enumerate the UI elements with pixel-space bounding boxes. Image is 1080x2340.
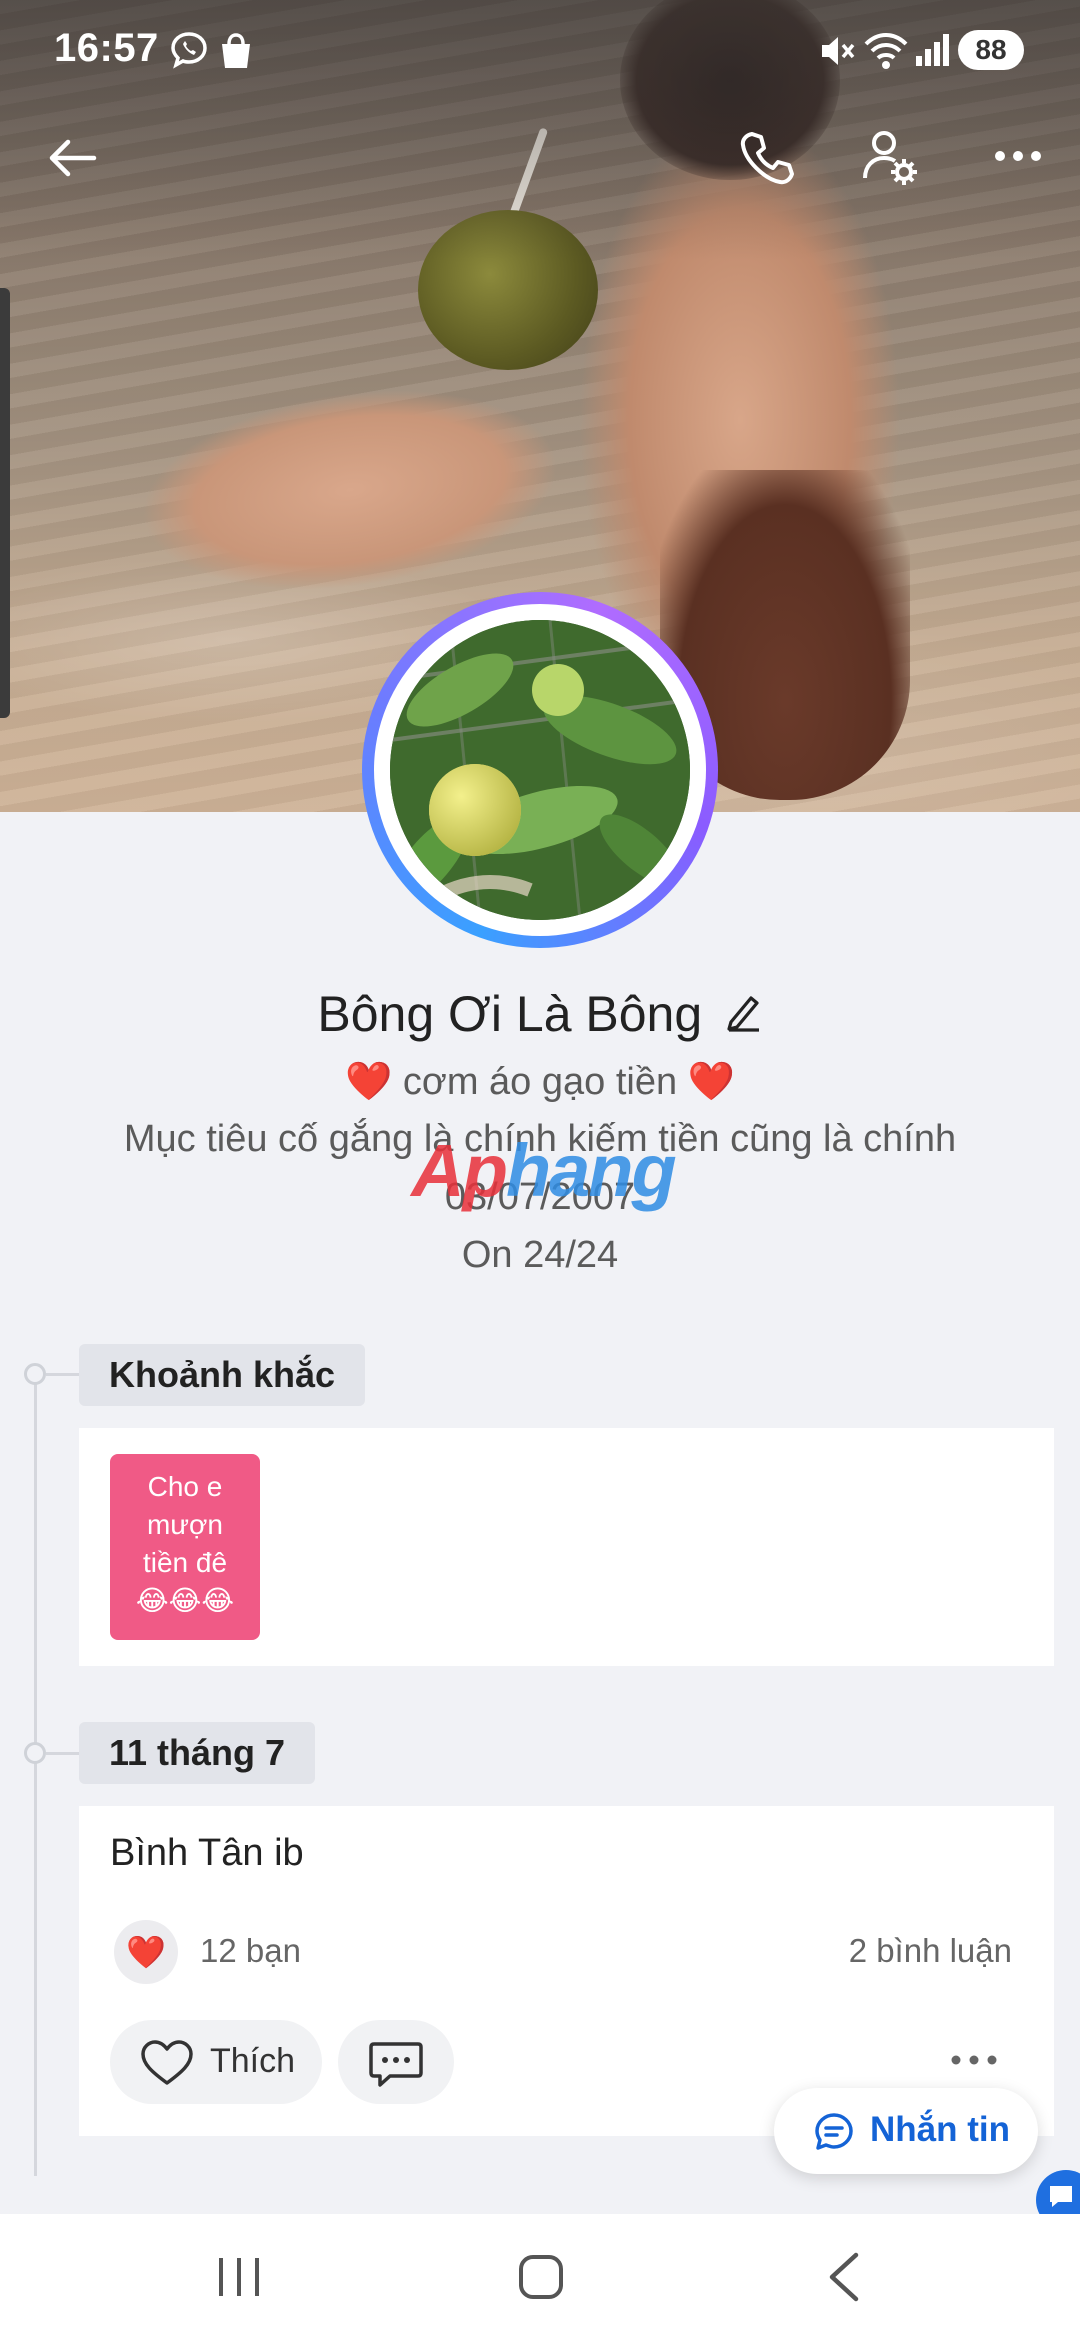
chat-bubble-icon bbox=[1050, 2186, 1072, 2207]
wifi-icon bbox=[864, 30, 908, 75]
profile-screen: 16:57 88 Bông Ơi Là Bông ❤️ cơm áo gạo t… bbox=[0, 0, 1080, 2340]
watermark-part2: hang bbox=[505, 1129, 677, 1212]
home-button[interactable] bbox=[518, 2254, 564, 2305]
moment-tile[interactable]: Cho e mượn tiền đê 😂😂😂 bbox=[110, 1454, 260, 1640]
heart-icon bbox=[141, 2040, 193, 2085]
more-options-button[interactable] bbox=[994, 144, 1042, 173]
post-more-button[interactable] bbox=[950, 2052, 998, 2073]
message-label: Nhắn tin bbox=[870, 2110, 1010, 2149]
user-settings-icon bbox=[863, 131, 917, 185]
system-back-icon bbox=[829, 2252, 859, 2302]
like-label: Thích bbox=[210, 2042, 296, 2080]
profile-name: Bông Ơi Là Bông bbox=[317, 986, 703, 1042]
timeline-dot bbox=[24, 1742, 46, 1764]
avatar[interactable] bbox=[390, 620, 690, 920]
reaction-heart-icon: ❤️ bbox=[126, 1934, 166, 1970]
call-button[interactable] bbox=[738, 128, 796, 191]
tagline-heart-left: ❤️ bbox=[345, 1061, 393, 1103]
recent-apps-button[interactable] bbox=[216, 2256, 262, 2303]
shopping-bag-icon bbox=[218, 32, 254, 75]
post-text: Bình Tân ib bbox=[110, 1832, 304, 1874]
reaction-count[interactable]: 12 bạn bbox=[200, 1932, 301, 1970]
comment-button[interactable] bbox=[338, 2020, 454, 2104]
tagline-heart-right: ❤️ bbox=[687, 1061, 735, 1103]
timeline-tick bbox=[46, 1752, 80, 1755]
message-button[interactable]: Nhắn tin bbox=[774, 2088, 1038, 2174]
viber-icon bbox=[168, 30, 210, 77]
moment-emoji: 😂😂😂 bbox=[135, 1585, 235, 1616]
timeline-tick bbox=[46, 1373, 80, 1376]
post-date-chip: 11 tháng 7 bbox=[79, 1722, 316, 1784]
tagline-text: cơm áo gạo tiền bbox=[402, 1061, 678, 1103]
edit-pencil-icon bbox=[727, 995, 759, 1032]
avatar-image bbox=[390, 620, 690, 920]
like-button[interactable]: Thích bbox=[110, 2020, 322, 2104]
edit-name-button[interactable] bbox=[725, 992, 763, 1037]
system-nav-bar bbox=[0, 2214, 1080, 2340]
reaction-summary[interactable]: ❤️ bbox=[114, 1920, 178, 1984]
more-horizontal-icon bbox=[951, 2055, 997, 2065]
phone-icon bbox=[740, 132, 794, 185]
status-time: 16:57 bbox=[54, 26, 159, 70]
signal-icon bbox=[914, 32, 950, 73]
profile-settings-button[interactable] bbox=[862, 128, 922, 193]
chat-icon bbox=[815, 2113, 853, 2150]
watermark-logo: Aphang bbox=[378, 1128, 708, 1212]
comment-count[interactable]: 2 bình luận bbox=[849, 1932, 1012, 1970]
mute-icon bbox=[818, 32, 856, 75]
timeline-line bbox=[34, 1376, 37, 2176]
more-icon bbox=[995, 151, 1041, 161]
system-back-button[interactable] bbox=[826, 2252, 862, 2307]
profile-status: On 24/24 bbox=[461, 1234, 619, 1276]
watermark-part1: Ap bbox=[411, 1129, 508, 1212]
back-arrow-icon bbox=[49, 139, 97, 177]
status-bar: 16:57 88 bbox=[0, 0, 1080, 100]
comment-icon bbox=[369, 2042, 423, 2087]
profile-name-row: Bông Ơi Là Bông bbox=[0, 985, 1080, 1055]
profile-tagline: ❤️ cơm áo gạo tiền ❤️ bbox=[0, 1060, 1080, 1104]
timeline-dot bbox=[24, 1363, 46, 1385]
back-button[interactable] bbox=[44, 130, 100, 191]
edge-handle[interactable] bbox=[0, 288, 10, 718]
home-icon bbox=[519, 2255, 563, 2299]
moments-chip: Khoảnh khắc bbox=[79, 1344, 366, 1406]
recent-apps-icon bbox=[219, 2258, 259, 2296]
battery-indicator: 88 bbox=[958, 30, 1024, 70]
moment-text: Cho e mượn tiền đê bbox=[142, 1471, 228, 1578]
